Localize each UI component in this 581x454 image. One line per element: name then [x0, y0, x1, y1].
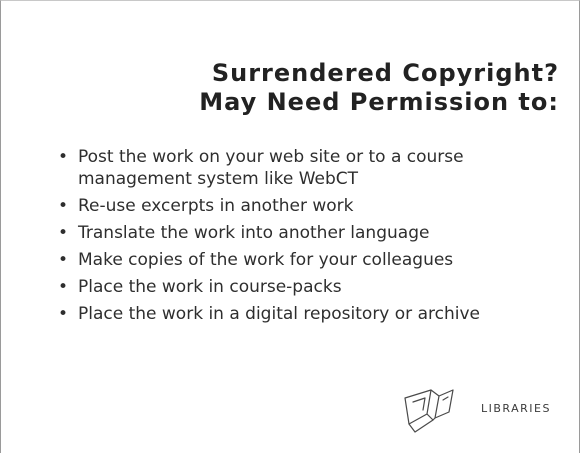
libraries-label: LIBRARIES: [481, 402, 551, 415]
title-line-1: Surrendered Copyright?: [211, 59, 559, 87]
list-item-text: Translate the work into another language: [78, 223, 430, 243]
list-item: • Translate the work into another langua…: [58, 222, 558, 244]
libraries-logo: LIBRARIES: [401, 384, 571, 434]
list-item-text: Place the work in a digital repository o…: [78, 304, 480, 324]
list-item: • Make copies of the work for your colle…: [58, 249, 558, 271]
list-item-text: Make copies of the work for your colleag…: [78, 250, 454, 270]
list-item-text: Re-use excerpts in another work: [78, 196, 354, 216]
list-item: • Place the work in a digital repository…: [58, 303, 558, 325]
slide: Surrendered Copyright? May Need Permissi…: [0, 0, 580, 453]
title-line-2: May Need Permission to:: [199, 88, 559, 116]
list-item: • Place the work in course-packs: [58, 276, 558, 298]
bullet-icon: •: [58, 277, 69, 297]
list-item-text: Place the work in course-packs: [78, 277, 342, 297]
list-item-text: Post the work on your web site or to a c…: [78, 147, 464, 189]
libraries-logo-icon: [404, 389, 454, 433]
bullet-icon: •: [58, 304, 69, 324]
list-item: • Re-use excerpts in another work: [58, 195, 558, 217]
list-item: • Post the work on your web site or to a…: [58, 146, 558, 190]
bullet-icon: •: [58, 196, 69, 216]
bullet-icon: •: [58, 250, 69, 270]
slide-title: Surrendered Copyright? May Need Permissi…: [199, 59, 559, 117]
bullet-list: • Post the work on your web site or to a…: [58, 146, 558, 330]
bullet-icon: •: [58, 147, 69, 167]
bullet-icon: •: [58, 223, 69, 243]
